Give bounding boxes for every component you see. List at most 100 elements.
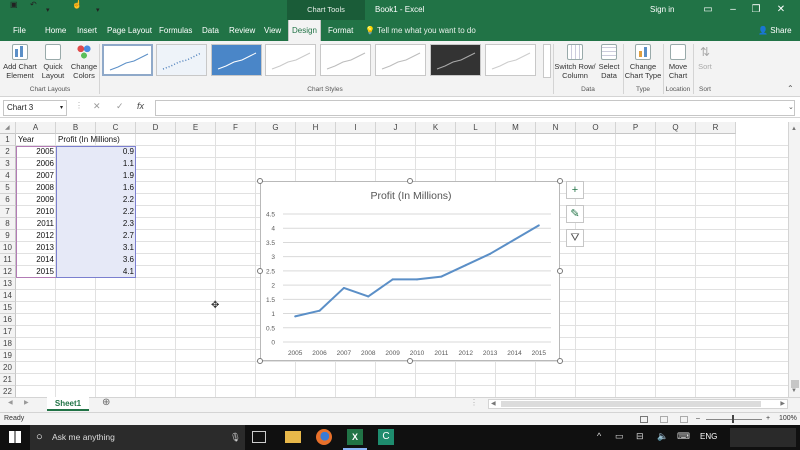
column-header-q[interactable]: Q	[656, 122, 696, 134]
column-header-p[interactable]: P	[616, 122, 656, 134]
select-all-icon[interactable]: ◢	[5, 124, 10, 131]
horizontal-scroll-thumb[interactable]	[501, 401, 761, 407]
keyboard-icon[interactable]: ⌨	[677, 431, 690, 442]
zoom-slider[interactable]	[706, 419, 762, 420]
sign-in-link[interactable]: Sign in	[650, 0, 674, 20]
volume-icon[interactable]: 🔈	[657, 431, 668, 442]
scroll-thumb[interactable]	[791, 380, 799, 388]
tab-design[interactable]: Design	[288, 20, 321, 41]
column-header-l[interactable]: L	[456, 122, 496, 134]
profit-line-chart[interactable]: Profit (In Millions) 0 0.5 1 1.5 2 2.5 3 3.5 4 4.5…	[260, 181, 560, 361]
column-header-f[interactable]: F	[216, 122, 256, 134]
row-header-9[interactable]: 9	[0, 230, 16, 242]
row-header-20[interactable]: 20	[0, 362, 16, 374]
tab-formulas[interactable]: Formulas	[156, 20, 195, 41]
expand-formula-bar-icon[interactable]: ⌄	[788, 103, 794, 111]
row-header-21[interactable]: 21	[0, 374, 16, 386]
cell-year[interactable]: 2014	[16, 254, 54, 266]
cell-year[interactable]: 2005	[16, 146, 54, 158]
sort-button[interactable]: ⇅ Sort	[694, 44, 716, 71]
chart-style-4[interactable]	[265, 44, 316, 76]
cell-profit[interactable]: 2.2	[56, 206, 134, 218]
chart-style-2[interactable]	[156, 44, 207, 76]
column-header-d[interactable]: D	[136, 122, 176, 134]
tab-data[interactable]: Data	[199, 20, 222, 41]
resize-handle[interactable]	[557, 178, 563, 184]
clock-area[interactable]	[730, 428, 796, 447]
sheet-tab-sheet1[interactable]: Sheet1	[47, 397, 89, 411]
scroll-up-icon[interactable]: ▲	[791, 126, 797, 132]
resize-handle[interactable]	[257, 178, 263, 184]
scroll-right-icon[interactable]: ▶	[780, 400, 785, 407]
chart-style-6[interactable]	[375, 44, 426, 76]
column-header-k[interactable]: K	[416, 122, 456, 134]
cell-year[interactable]: 2013	[16, 242, 54, 254]
resize-handle[interactable]	[257, 358, 263, 364]
cell-year[interactable]: 2015	[16, 266, 54, 278]
column-header-r[interactable]: R	[696, 122, 736, 134]
cell-profit[interactable]: 4.1	[56, 266, 134, 278]
collapse-ribbon-icon[interactable]: ⌃	[787, 84, 794, 93]
column-header-b[interactable]: B	[56, 122, 96, 134]
vertical-scrollbar[interactable]: ▲ ▼	[788, 122, 800, 398]
row-header-4[interactable]: 4	[0, 170, 16, 182]
cell-year[interactable]: 2010	[16, 206, 54, 218]
column-header-n[interactable]: N	[536, 122, 576, 134]
column-header-e[interactable]: E	[176, 122, 216, 134]
page-layout-view-icon[interactable]	[660, 416, 668, 423]
share-button[interactable]: 👤 Share	[758, 20, 792, 41]
scroll-down-icon[interactable]: ▼	[791, 388, 797, 394]
cell-profit[interactable]: 3.6	[56, 254, 134, 266]
cell-profit[interactable]: 2.7	[56, 230, 134, 242]
zoom-level[interactable]: 100%	[779, 413, 797, 425]
cell-b1-header[interactable]: Profit (In Millions)	[58, 134, 138, 146]
row-header-13[interactable]: 13	[0, 278, 16, 290]
touch-mode-icon[interactable]: ☝	[72, 0, 82, 9]
resize-handle[interactable]	[407, 358, 413, 364]
zoom-out-icon[interactable]: –	[696, 413, 700, 425]
show-hidden-icons-icon[interactable]: ^	[597, 431, 601, 441]
switch-row-column-button[interactable]: Switch Row/ Column	[554, 44, 596, 80]
battery-icon[interactable]: ▭	[615, 431, 624, 442]
resize-handle[interactable]	[557, 268, 563, 274]
new-sheet-icon[interactable]: ⊕	[102, 397, 110, 408]
row-header-3[interactable]: 3	[0, 158, 16, 170]
tab-page-layout[interactable]: Page Layout	[104, 20, 155, 41]
undo-dropdown-icon[interactable]: ▾	[46, 6, 50, 14]
row-header-19[interactable]: 19	[0, 350, 16, 362]
customize-toolbar-icon[interactable]: ▾	[96, 6, 100, 14]
column-header-i[interactable]: I	[336, 122, 376, 134]
add-chart-element-button[interactable]: Add Chart Element	[2, 44, 38, 80]
network-icon[interactable]: ⊟	[636, 431, 644, 442]
camtasia-icon[interactable]: C	[378, 429, 394, 445]
scroll-left-icon[interactable]: ◀	[491, 400, 496, 407]
save-icon[interactable]: ▣	[10, 0, 18, 9]
row-header-7[interactable]: 7	[0, 206, 16, 218]
column-header-a[interactable]: A	[16, 122, 56, 134]
cell-year[interactable]: 2012	[16, 230, 54, 242]
minimize-icon[interactable]: –	[722, 0, 744, 20]
row-header-16[interactable]: 16	[0, 314, 16, 326]
chart-style-3[interactable]	[211, 44, 262, 76]
cell-profit[interactable]: 1.6	[56, 182, 134, 194]
name-box[interactable]: Chart 3 ▾	[3, 100, 67, 116]
close-icon[interactable]: ✕	[770, 0, 792, 20]
move-chart-button[interactable]: Move Chart	[664, 44, 692, 80]
row-header-12[interactable]: 12	[0, 266, 16, 278]
row-header-15[interactable]: 15	[0, 302, 16, 314]
zoom-slider-thumb[interactable]	[732, 415, 734, 423]
gallery-scroll-control[interactable]	[543, 44, 551, 78]
tab-view[interactable]: View	[261, 20, 284, 41]
tab-home[interactable]: Home	[42, 20, 69, 41]
zoom-in-icon[interactable]: +	[766, 413, 770, 425]
restore-icon[interactable]: ❐	[745, 0, 767, 20]
name-box-dropdown-icon[interactable]: ▾	[60, 101, 63, 115]
next-sheet-icon[interactable]: ▶	[24, 399, 29, 406]
select-data-button[interactable]: Select Data	[596, 44, 622, 80]
tell-me-box[interactable]: 💡 Tell me what you want to do	[365, 20, 476, 41]
task-view-icon[interactable]	[252, 431, 266, 443]
quick-layout-button[interactable]: Quick Layout	[38, 44, 68, 80]
ribbon-display-options-icon[interactable]: ▭	[697, 0, 719, 20]
tab-format[interactable]: Format	[325, 20, 356, 41]
chart-style-8[interactable]	[485, 44, 536, 76]
